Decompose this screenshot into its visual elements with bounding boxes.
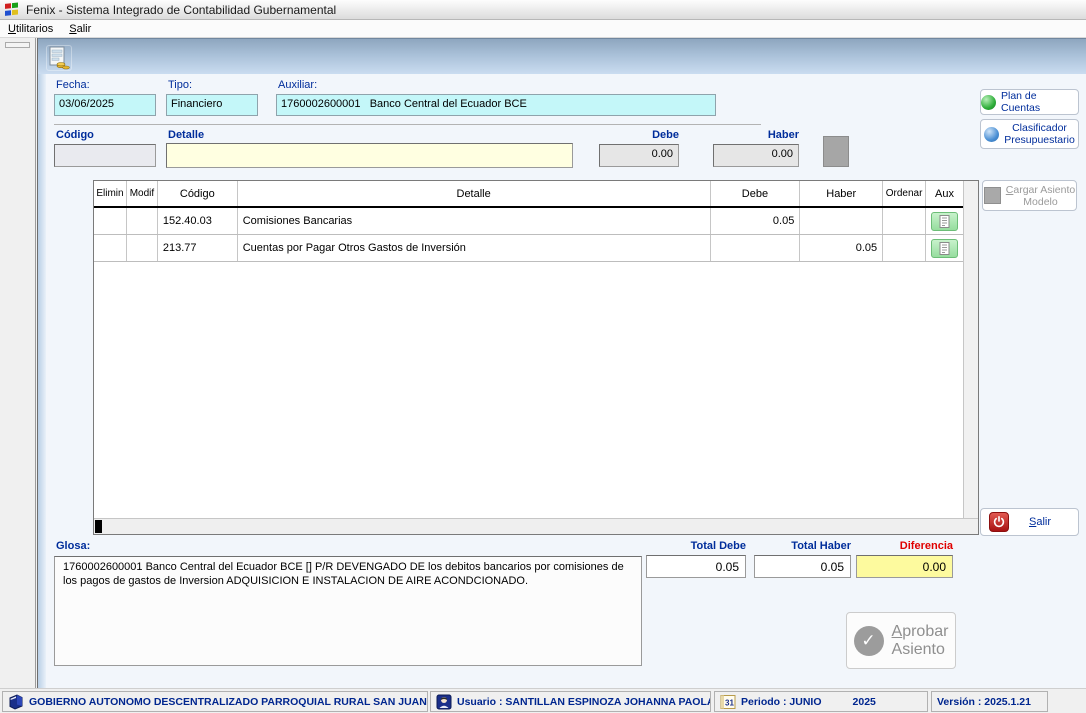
aprobar-label-line1: Aprobar [892, 623, 949, 641]
salir-label: Salir [1029, 516, 1051, 528]
svg-text:31: 31 [725, 698, 734, 707]
aprobar-label-line2: Asiento [892, 641, 949, 659]
total-haber-label: Total Haber [754, 540, 851, 552]
col-debe: Debe [711, 181, 801, 206]
statusbar-user: Usuario : SANTILLAN ESPINOZA JOHANNA PAO… [430, 691, 711, 712]
diferencia-label: Diferencia [856, 540, 953, 552]
total-debe-label: Total Debe [646, 540, 746, 552]
blue-sphere-icon [984, 127, 999, 142]
row-debe [711, 235, 801, 261]
plan-de-cuentas-button[interactable]: Plan de Cuentas [980, 89, 1079, 115]
detalle-label: Detalle [168, 129, 204, 141]
user-text: Usuario : SANTILLAN ESPINOZA JOHANNA PAO… [457, 696, 711, 708]
user-icon [436, 694, 452, 710]
glosa-label: Glosa: [56, 540, 90, 552]
aprobar-asiento-button[interactable]: ✓ Aprobar Asiento [846, 612, 956, 669]
codigo-input[interactable] [54, 144, 156, 167]
tipo-input[interactable]: Financiero [166, 94, 258, 116]
col-codigo: Código [158, 181, 238, 206]
glosa-textarea[interactable]: 1760002600001 Banco Central del Ecuador … [54, 556, 642, 666]
document-coins-icon [48, 46, 70, 70]
menu-utilitarios[interactable]: Utilitarios [0, 22, 61, 36]
col-aux: Aux [926, 181, 963, 206]
calendar-icon: 31 [720, 694, 736, 710]
grid-header: Elimin Modif Código Detalle Debe Haber O… [94, 181, 963, 208]
col-elimin: Elimin [94, 181, 127, 206]
aux-document-icon [939, 215, 950, 228]
fecha-label: Fecha: [56, 79, 90, 91]
green-sphere-icon [981, 95, 996, 110]
left-collapsed-panel [0, 38, 36, 688]
period-text: Periodo : JUNIO [741, 696, 822, 708]
detalle-input[interactable] [166, 143, 573, 168]
row-detalle: Comisiones Bancarias [238, 208, 711, 234]
row-codigo: 152.40.03 [158, 208, 238, 234]
row-haber: 0.05 [800, 235, 883, 261]
col-modif: Modif [127, 181, 158, 206]
journal-report-button[interactable] [46, 45, 72, 71]
window-titlebar: Fenix - Sistema Integrado de Contabilida… [0, 0, 1086, 20]
book-icon [8, 694, 24, 710]
col-ordenar: Ordenar [883, 181, 926, 206]
app-icon [4, 2, 20, 18]
row-detalle: Cuentas por Pagar Otros Gastos de Invers… [238, 235, 711, 261]
panel-grabber[interactable] [5, 42, 30, 48]
salir-button[interactable]: Salir [980, 508, 1079, 536]
clasificador-presupuestario-button[interactable]: Clasificador Presupuestario [980, 119, 1079, 149]
total-haber-field: 0.05 [754, 555, 851, 578]
aux-button[interactable] [931, 239, 958, 258]
total-debe-field: 0.05 [646, 555, 746, 578]
clasificador-label-line2: Presupuestario [1004, 134, 1075, 146]
codigo-label: Código [56, 129, 94, 141]
cargar-asiento-modelo-button[interactable]: Cargar Asiento Modelo [982, 180, 1077, 211]
cargar-label-line2: Modelo [1006, 196, 1075, 208]
tipo-label: Tipo: [168, 79, 192, 91]
main-panel: Fecha: 03/06/2025 Tipo: Financiero Auxil… [37, 38, 1086, 688]
entity-text: GOBIERNO AUTONOMO DESCENTRALIZADO PARROQ… [29, 696, 427, 708]
entries-grid: Elimin Modif Código Detalle Debe Haber O… [93, 180, 979, 535]
vertical-scrollbar[interactable] [963, 181, 978, 518]
row-haber [800, 208, 883, 234]
diferencia-field: 0.00 [856, 555, 953, 578]
debe-label: Debe [599, 129, 679, 141]
cargar-label-line1: Cargar Asiento [1006, 184, 1075, 196]
gray-square-icon [984, 187, 1001, 204]
row-debe: 0.05 [711, 208, 801, 234]
row-codigo: 213.77 [158, 235, 238, 261]
scrollbar-thumb[interactable] [95, 520, 102, 533]
col-detalle: Detalle [238, 181, 711, 206]
aux-document-icon [939, 242, 950, 255]
menu-bar: Utilitarios Salir [0, 20, 1086, 38]
haber-label: Haber [713, 129, 799, 141]
grid-row[interactable]: 152.40.03 Comisiones Bancarias 0.05 [94, 208, 963, 235]
auxiliar-input[interactable]: 1760002600001 Banco Central del Ecuador … [276, 94, 716, 116]
haber-input[interactable]: 0.00 [713, 144, 799, 167]
grid-body: Elimin Modif Código Detalle Debe Haber O… [94, 181, 963, 518]
horizontal-scrollbar[interactable] [94, 518, 978, 534]
statusbar-entity: GOBIERNO AUTONOMO DESCENTRALIZADO PARROQ… [2, 691, 428, 712]
window-title: Fenix - Sistema Integrado de Contabilida… [26, 3, 336, 17]
auxiliar-label: Auxiliar: [278, 79, 317, 91]
version-text: Versión : 2025.1.21 [937, 696, 1031, 708]
status-bar: GOBIERNO AUTONOMO DESCENTRALIZADO PARROQ… [0, 688, 1086, 713]
clasificador-label-line1: Clasificador [1004, 122, 1075, 134]
check-icon: ✓ [854, 626, 884, 656]
separator-line [54, 124, 761, 125]
add-row-button[interactable] [823, 136, 849, 167]
plan-de-cuentas-label: Plan de Cuentas [1001, 90, 1078, 114]
menu-salir[interactable]: Salir [61, 22, 99, 36]
header-band [38, 38, 1086, 74]
grid-row[interactable]: 213.77 Cuentas por Pagar Otros Gastos de… [94, 235, 963, 262]
aux-button[interactable] [931, 212, 958, 231]
power-icon [989, 512, 1009, 532]
period-year: 2025 [853, 696, 876, 708]
fecha-input[interactable]: 03/06/2025 [54, 94, 156, 116]
statusbar-period: 31 Periodo : JUNIO 2025 [714, 691, 928, 712]
left-accent-strip [38, 74, 46, 688]
debe-input[interactable]: 0.00 [599, 144, 679, 167]
col-haber: Haber [800, 181, 883, 206]
statusbar-version: Versión : 2025.1.21 [931, 691, 1048, 712]
